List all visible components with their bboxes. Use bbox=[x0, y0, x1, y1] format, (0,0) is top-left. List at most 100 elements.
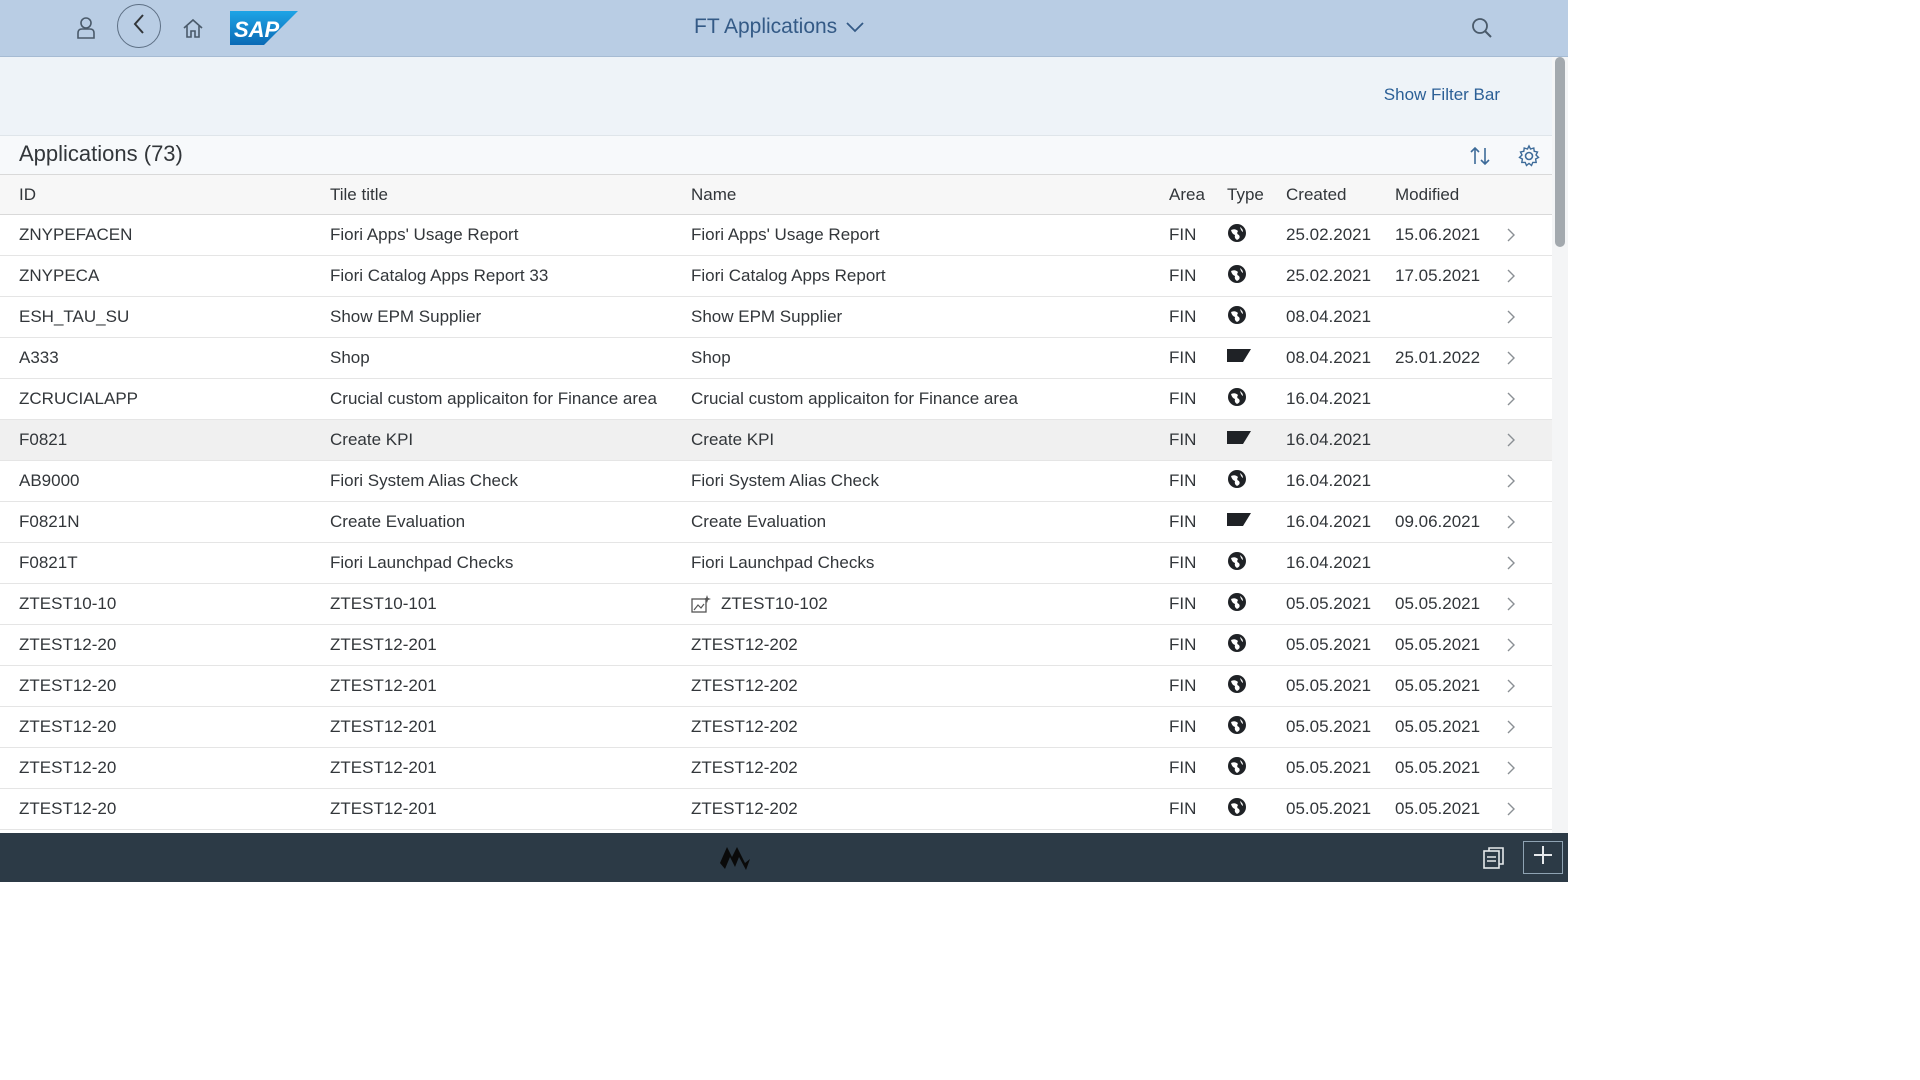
cell-name: Fiori System Alias Check bbox=[691, 460, 1169, 502]
cell-area: FIN bbox=[1169, 583, 1227, 625]
chevron-right-icon[interactable] bbox=[1506, 679, 1552, 693]
image-sparkle-icon bbox=[691, 595, 711, 613]
cell-type bbox=[1227, 214, 1286, 256]
name-wrapper: Fiori Catalog Apps Report bbox=[691, 266, 1169, 286]
column-header-modified[interactable]: Modified bbox=[1395, 175, 1506, 215]
table-row[interactable]: ZTEST12-20 ZTEST12-201 ZTEST12-202 FIN 0… bbox=[0, 747, 1552, 789]
cell-modified: 05.05.2021 bbox=[1395, 624, 1506, 666]
chevron-right-icon[interactable] bbox=[1506, 392, 1552, 406]
globe-icon bbox=[1227, 264, 1247, 284]
chevron-right-icon[interactable] bbox=[1506, 228, 1552, 242]
table-row[interactable]: ZTEST12-20 ZTEST12-201 ZTEST12-202 FIN 0… bbox=[0, 624, 1552, 666]
cell-type bbox=[1227, 378, 1286, 420]
cell-name: ZTEST12-202 bbox=[691, 788, 1169, 830]
footer-bar bbox=[0, 833, 1568, 882]
cell-id: F0821N bbox=[0, 501, 330, 543]
sap-logo[interactable]: SAP bbox=[230, 11, 298, 45]
chevron-right-icon[interactable] bbox=[1506, 597, 1552, 611]
vertical-scrollbar[interactable] bbox=[1552, 57, 1568, 833]
table-row[interactable]: ZNYPEFACEN Fiori Apps' Usage Report Fior… bbox=[0, 214, 1552, 256]
cell-modified: 05.05.2021 bbox=[1395, 706, 1506, 748]
app-title-menu[interactable]: FT Applications bbox=[694, 12, 865, 42]
show-filter-bar-link[interactable]: Show Filter Bar bbox=[1384, 85, 1500, 105]
chevron-right-icon[interactable] bbox=[1506, 269, 1552, 283]
back-icon bbox=[132, 13, 146, 40]
cell-nav bbox=[1506, 214, 1552, 256]
cell-tile-title: ZTEST12-201 bbox=[330, 788, 691, 830]
globe-icon bbox=[1227, 633, 1247, 653]
sort-icon[interactable] bbox=[1466, 142, 1494, 170]
cell-name-text: ZTEST12-202 bbox=[691, 635, 798, 654]
table-row[interactable]: ESH_TAU_SU Show EPM Supplier Show EPM Su… bbox=[0, 296, 1552, 338]
table-row[interactable]: AB9000 Fiori System Alias Check Fiori Sy… bbox=[0, 460, 1552, 502]
chevron-right-icon[interactable] bbox=[1506, 474, 1552, 488]
cell-name-text: Create KPI bbox=[691, 430, 775, 449]
settings-gear-icon[interactable] bbox=[1515, 142, 1543, 170]
chevron-right-icon[interactable] bbox=[1506, 638, 1552, 652]
cell-tile-title: Fiori System Alias Check bbox=[330, 460, 691, 502]
cell-name: Create Evaluation bbox=[691, 501, 1169, 543]
cell-modified bbox=[1395, 460, 1506, 502]
table-row[interactable]: ZTEST12-20 ZTEST12-201 ZTEST12-202 FIN 0… bbox=[0, 788, 1552, 830]
table-row[interactable]: ZTEST10-10 ZTEST10-101 ZTEST10-102 FIN 0… bbox=[0, 583, 1552, 625]
cell-type bbox=[1227, 460, 1286, 502]
column-header-name[interactable]: Name bbox=[691, 175, 1169, 215]
chevron-right-icon[interactable] bbox=[1506, 351, 1552, 365]
home-icon[interactable] bbox=[177, 12, 209, 44]
table-row[interactable]: F0821T Fiori Launchpad Checks Fiori Laun… bbox=[0, 542, 1552, 584]
scrollbar-thumb[interactable] bbox=[1555, 57, 1565, 247]
copy-icon[interactable] bbox=[1481, 845, 1507, 871]
cell-tile-title: Create KPI bbox=[330, 419, 691, 461]
name-wrapper: ZTEST12-202 bbox=[691, 758, 1169, 778]
chevron-right-icon[interactable] bbox=[1506, 761, 1552, 775]
table-row[interactable]: ZCRUCIALAPP Crucial custom applicaiton f… bbox=[0, 378, 1552, 420]
chevron-right-icon[interactable] bbox=[1506, 433, 1552, 447]
cell-created: 05.05.2021 bbox=[1286, 583, 1395, 625]
table-row[interactable]: F0821N Create Evaluation Create Evaluati… bbox=[0, 501, 1552, 543]
cell-nav bbox=[1506, 378, 1552, 420]
user-icon[interactable] bbox=[70, 12, 102, 44]
table-row[interactable]: A333 Shop Shop FIN 08.04.2021 25.01.2022 bbox=[0, 337, 1552, 379]
column-header-created[interactable]: Created bbox=[1286, 175, 1395, 215]
table-row[interactable]: F0821 Create KPI Create KPI FIN 16.04.20… bbox=[0, 419, 1552, 461]
chevron-right-icon[interactable] bbox=[1506, 720, 1552, 734]
cell-id: ESH_TAU_SU bbox=[0, 296, 330, 338]
cell-name-text: Create Evaluation bbox=[691, 512, 827, 531]
cell-modified: 05.05.2021 bbox=[1395, 747, 1506, 789]
globe-icon bbox=[1227, 551, 1247, 571]
back-button[interactable] bbox=[117, 4, 161, 48]
cell-name: ZTEST12-202 bbox=[691, 665, 1169, 707]
column-header-tile-title[interactable]: Tile title bbox=[330, 175, 691, 215]
cell-id: ZTEST12-20 bbox=[0, 788, 330, 830]
cell-name-text: ZTEST12-202 bbox=[691, 758, 798, 777]
column-header-area[interactable]: Area bbox=[1169, 175, 1227, 215]
cell-id: ZTEST12-20 bbox=[0, 624, 330, 666]
chevron-right-icon[interactable] bbox=[1506, 556, 1552, 570]
table-row[interactable]: ZTEST12-20 ZTEST12-201 ZTEST12-202 FIN 0… bbox=[0, 665, 1552, 707]
add-button[interactable] bbox=[1523, 841, 1563, 874]
cell-area: FIN bbox=[1169, 214, 1227, 256]
cell-type bbox=[1227, 255, 1286, 297]
name-wrapper: Create Evaluation bbox=[691, 512, 1169, 532]
cell-name: ZTEST12-202 bbox=[691, 747, 1169, 789]
column-header-id[interactable]: ID bbox=[0, 175, 330, 215]
cell-nav bbox=[1506, 665, 1552, 707]
cell-name-text: ZTEST12-202 bbox=[691, 717, 798, 736]
cell-nav bbox=[1506, 747, 1552, 789]
column-header-nav bbox=[1506, 175, 1552, 215]
column-header-type[interactable]: Type bbox=[1227, 175, 1286, 215]
name-wrapper: Show EPM Supplier bbox=[691, 307, 1169, 327]
table-row[interactable]: ZTEST12-20 ZTEST12-201 ZTEST12-202 FIN 0… bbox=[0, 706, 1552, 748]
name-wrapper: ZTEST12-202 bbox=[691, 635, 1169, 655]
chevron-right-icon[interactable] bbox=[1506, 802, 1552, 816]
add-icon bbox=[1533, 845, 1553, 870]
table-row[interactable]: ZNYPECA Fiori Catalog Apps Report 33 Fio… bbox=[0, 255, 1552, 297]
cell-modified bbox=[1395, 296, 1506, 338]
chevron-right-icon[interactable] bbox=[1506, 310, 1552, 324]
cell-nav bbox=[1506, 255, 1552, 297]
cell-modified: 05.05.2021 bbox=[1395, 788, 1506, 830]
shell-bar: SAP FT Applications bbox=[0, 0, 1568, 57]
chevron-right-icon[interactable] bbox=[1506, 515, 1552, 529]
cell-nav bbox=[1506, 501, 1552, 543]
search-icon[interactable] bbox=[1466, 12, 1498, 44]
